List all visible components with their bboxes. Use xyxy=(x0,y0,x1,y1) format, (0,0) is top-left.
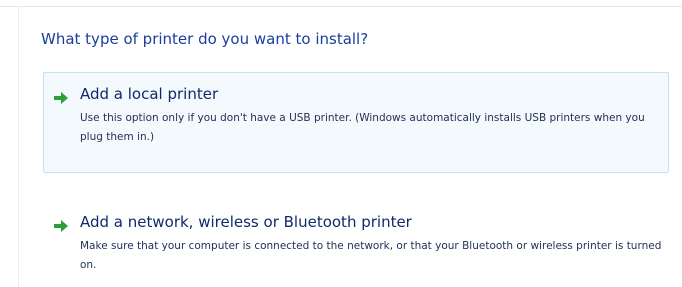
green-arrow-icon xyxy=(53,218,69,232)
option-add-network-printer[interactable]: Add a network, wireless or Bluetooth pri… xyxy=(43,205,669,287)
window-left-border xyxy=(18,6,19,287)
option-title: Add a local printer xyxy=(80,85,219,103)
option-title: Add a network, wireless or Bluetooth pri… xyxy=(80,213,412,231)
page-heading: What type of printer do you want to inst… xyxy=(41,30,369,48)
green-arrow-icon xyxy=(53,90,69,104)
option-description: Make sure that your computer is connecte… xyxy=(80,240,662,271)
option-add-local-printer[interactable]: Add a local printer Use this option only… xyxy=(43,72,669,173)
option-description: Use this option only if you don't have a… xyxy=(80,112,645,143)
window-top-border xyxy=(0,6,682,7)
